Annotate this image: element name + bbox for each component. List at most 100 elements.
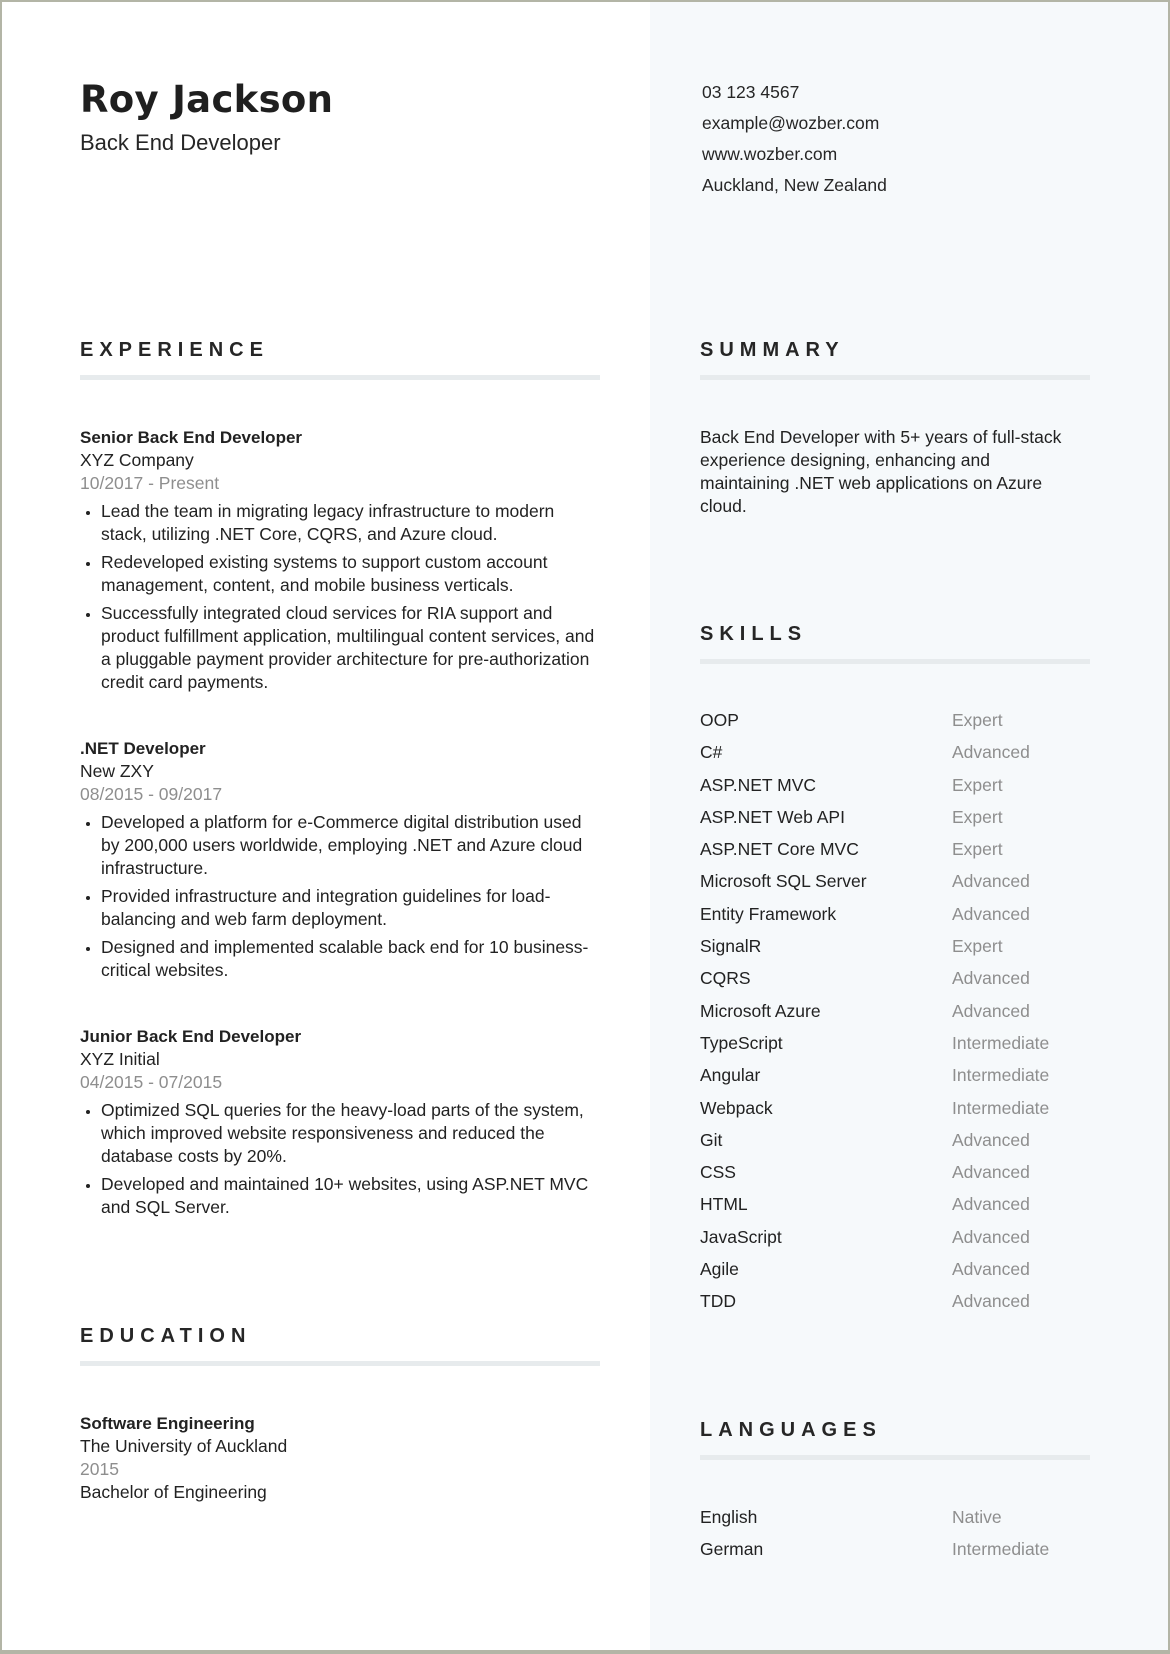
entry-dates: 10/2017 - Present	[80, 473, 220, 493]
entry-bullets: Optimized SQL queries for the heavy-load…	[80, 1099, 600, 1219]
section-heading-skills: SKILLS	[700, 623, 808, 645]
contact-location: Auckland, New Zealand	[702, 175, 887, 195]
skill-level: Intermediate	[952, 1065, 1050, 1086]
education-entry: Software Engineering The University of A…	[80, 1412, 600, 1504]
skill-level: Advanced	[952, 871, 1030, 892]
section-divider	[80, 1361, 600, 1366]
skill-level: Advanced	[952, 1000, 1030, 1021]
skill-row: Webpack Intermediate	[700, 1097, 1090, 1129]
language-name: German	[700, 1539, 764, 1560]
skill-name: Angular	[700, 1065, 761, 1086]
entry-title: .NET Developer	[80, 739, 206, 758]
skill-level: Advanced	[952, 1162, 1030, 1183]
experience-entry: Senior Back End Developer XYZ Company 10…	[80, 426, 600, 699]
summary-text: Back End Developer with 5+ years of full…	[700, 427, 1062, 516]
skill-level: Expert	[952, 710, 1003, 730]
skill-name: ASP.NET MVC	[700, 774, 817, 795]
entry-company: New ZXY	[80, 761, 154, 781]
skill-row: CSS Advanced	[700, 1161, 1090, 1193]
education-school: The University of Auckland	[80, 1436, 288, 1456]
language-row: English Native	[700, 1506, 1090, 1538]
experience-entry: .NET Developer New ZXY 08/2015 - 09/2017…	[80, 737, 600, 987]
bullet-item: Designed and implemented scalable back e…	[101, 936, 600, 982]
skill-name: JavaScript	[700, 1226, 782, 1247]
language-row: German Intermediate	[700, 1538, 1090, 1570]
section-divider	[80, 375, 600, 380]
section-heading-summary: SUMMARY	[700, 339, 845, 361]
skill-row: Microsoft SQL Server Advanced	[700, 870, 1090, 902]
skill-row: Entity Framework Advanced	[700, 903, 1090, 935]
skill-name: CSS	[700, 1162, 736, 1183]
language-name: English	[700, 1507, 758, 1527]
skills-list: OOP Expert C# Advanced ASP.NET MVC Expert A…	[700, 709, 1090, 1323]
summary-section: SUMMARY	[700, 339, 1090, 380]
skill-row: C# Advanced	[700, 741, 1090, 773]
skill-name: C#	[700, 742, 723, 763]
skill-name: HTML	[700, 1194, 748, 1215]
education-year: 2015	[80, 1459, 119, 1479]
languages-list: English Native German Intermediate	[700, 1506, 1090, 1571]
skill-name: OOP	[700, 710, 739, 730]
skill-row: OOP Expert	[700, 709, 1090, 741]
bullet-item: Provided infrastructure and integration …	[101, 885, 600, 931]
entry-company: XYZ Initial	[80, 1049, 160, 1069]
section-divider	[700, 375, 1090, 380]
language-level: Intermediate	[952, 1539, 1050, 1560]
skill-row: TypeScript Intermediate	[700, 1032, 1090, 1064]
skills-section: SKILLS	[700, 623, 1090, 664]
skill-level: Expert	[952, 774, 1003, 795]
entry-dates: 04/2015 - 07/2015	[80, 1072, 223, 1092]
entry-dates: 08/2015 - 09/2017	[80, 784, 223, 804]
skill-row: ASP.NET MVC Expert	[700, 774, 1090, 806]
section-heading-languages: LANGUAGES	[700, 1419, 882, 1441]
skill-level: Advanced	[952, 1129, 1030, 1150]
skill-level: Advanced	[952, 1194, 1030, 1215]
entry-title: Senior Back End Developer	[80, 428, 303, 447]
skill-name: Agile	[700, 1259, 739, 1280]
section-heading-education: EDUCATION	[80, 1325, 252, 1347]
skill-level: Expert	[952, 806, 1003, 827]
skill-level: Advanced	[952, 742, 1030, 763]
language-level: Native	[952, 1507, 1002, 1527]
entry-bullets: Lead the team in migrating legacy infras…	[80, 500, 600, 694]
experience-entry: Junior Back End Developer XYZ Initial 04…	[80, 1025, 600, 1224]
entry-title: Junior Back End Developer	[80, 1027, 302, 1046]
skill-name: ASP.NET Web API	[700, 806, 845, 827]
skill-name: TDD	[700, 1291, 736, 1312]
section-divider	[700, 1455, 1090, 1460]
contact-email: example@wozber.com	[702, 113, 880, 133]
contact-website: www.wozber.com	[702, 144, 838, 164]
skill-name: ASP.NET Core MVC	[700, 839, 859, 860]
skill-level: Advanced	[952, 968, 1030, 989]
skill-name: CQRS	[700, 968, 751, 989]
entry-company: XYZ Company	[80, 450, 194, 470]
skill-row: ASP.NET Web API Expert	[700, 806, 1090, 838]
skill-name: Microsoft Azure	[700, 1000, 821, 1021]
skill-row: TDD Advanced	[700, 1290, 1090, 1322]
skill-row: JavaScript Advanced	[700, 1226, 1090, 1258]
skill-name: Git	[700, 1129, 723, 1150]
skill-level: Advanced	[952, 1259, 1030, 1280]
bullet-item: Successfully integrated cloud services f…	[101, 602, 600, 694]
languages-section: LANGUAGES	[700, 1419, 1090, 1460]
entry-bullets: Developed a platform for e-Commerce digi…	[80, 811, 600, 982]
contact-phone: 03 123 4567	[702, 82, 800, 102]
bullet-item: Redeveloped existing systems to support …	[101, 551, 600, 597]
skill-name: Microsoft SQL Server	[700, 871, 867, 892]
skill-name: Entity Framework	[700, 903, 837, 924]
skill-level: Intermediate	[952, 1032, 1050, 1053]
skill-row: CQRS Advanced	[700, 967, 1090, 999]
contact-info: 03 123 4567 example@wozber.com www.wozbe…	[702, 81, 887, 205]
candidate-name: Roy Jackson	[80, 78, 334, 121]
skill-row: HTML Advanced	[700, 1193, 1090, 1225]
skill-level: Advanced	[952, 903, 1030, 924]
experience-section: EXPERIENCE	[80, 339, 600, 380]
section-heading-experience: EXPERIENCE	[80, 339, 269, 361]
skill-level: Advanced	[952, 1226, 1030, 1247]
education-section: EDUCATION	[80, 1325, 600, 1366]
bullet-item: Lead the team in migrating legacy infras…	[101, 500, 600, 546]
skill-name: Webpack	[700, 1097, 773, 1118]
skill-name: SignalR	[700, 936, 762, 957]
bullet-item: Developed a platform for e-Commerce digi…	[101, 811, 600, 880]
skill-row: ASP.NET Core MVC Expert	[700, 838, 1090, 870]
